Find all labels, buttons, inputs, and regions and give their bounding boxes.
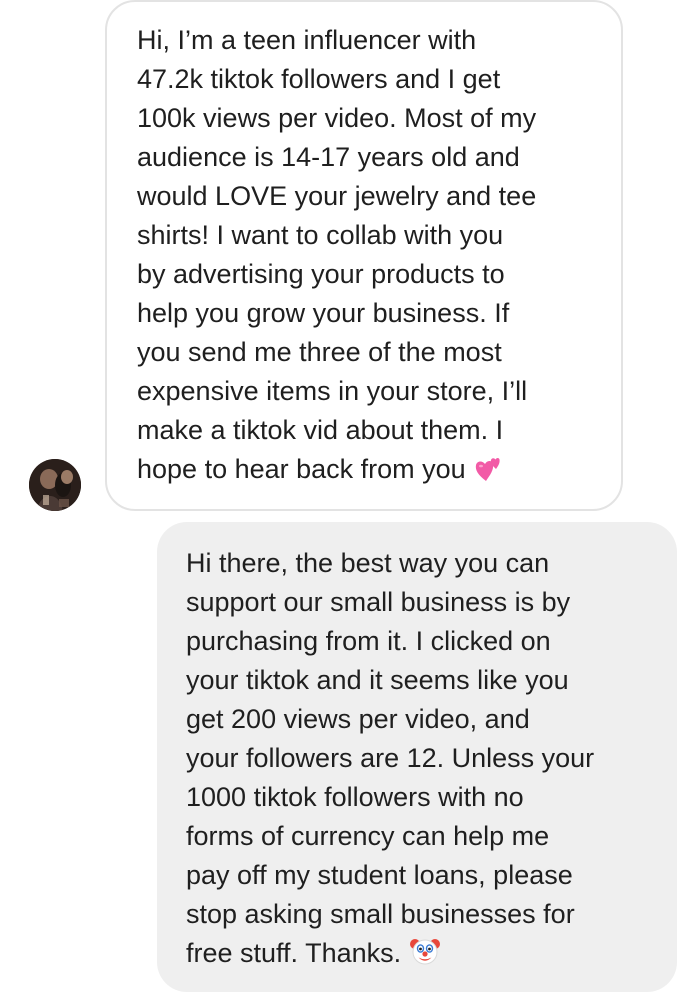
message-line-text: hope to hear back from you: [137, 454, 466, 484]
message-line: pay off my student loans, please: [186, 860, 573, 890]
sender-avatar[interactable]: [29, 459, 81, 511]
message-line: Hi, I’m a teen influencer with: [137, 25, 477, 55]
sent-message-bubble[interactable]: Hi there, the best way you can support o…: [157, 522, 677, 992]
message-line: your followers are 12. Unless your: [186, 743, 595, 773]
message-line-last: free stuff. Thanks.: [186, 934, 677, 973]
message-line: 47.2k tiktok followers and I get: [137, 64, 501, 94]
message-line: audience is 14-17 years old and: [137, 142, 520, 172]
two-hearts-emoji-icon: [474, 455, 504, 494]
message-line: 100k views per video. Most of my: [137, 103, 537, 133]
avatar-photo: [29, 459, 81, 511]
message-line: purchasing from it. I clicked on: [186, 626, 551, 656]
message-line: forms of currency can help me: [186, 821, 550, 851]
clown-face-emoji-icon: [409, 935, 441, 978]
message-line: shirts! I want to collab with you: [137, 220, 504, 250]
message-line: your tiktok and it seems like you: [186, 665, 569, 695]
message-line: make a tiktok vid about them. I: [137, 415, 504, 445]
message-line: get 200 views per video, and: [186, 704, 530, 734]
message-line: by advertising your products to: [137, 259, 505, 289]
message-thread: Hi, I’m a teen influencer with 47.2k tik…: [0, 0, 700, 995]
message-line: support our small business is by: [186, 587, 571, 617]
message-line: Hi there, the best way you can: [186, 548, 550, 578]
message-line-last: hope to hear back from you: [137, 450, 621, 489]
message-line: stop asking small businesses for: [186, 899, 575, 929]
message-line-text: free stuff. Thanks.: [186, 938, 402, 968]
message-line: expensive items in your store, I’ll: [137, 376, 528, 406]
message-line: would LOVE your jewelry and tee: [137, 181, 537, 211]
message-line: help you grow your business. If: [137, 298, 510, 328]
received-message-bubble[interactable]: Hi, I’m a teen influencer with 47.2k tik…: [105, 0, 623, 511]
message-line: you send me three of the most: [137, 337, 502, 367]
message-line: 1000 tiktok followers with no: [186, 782, 524, 812]
